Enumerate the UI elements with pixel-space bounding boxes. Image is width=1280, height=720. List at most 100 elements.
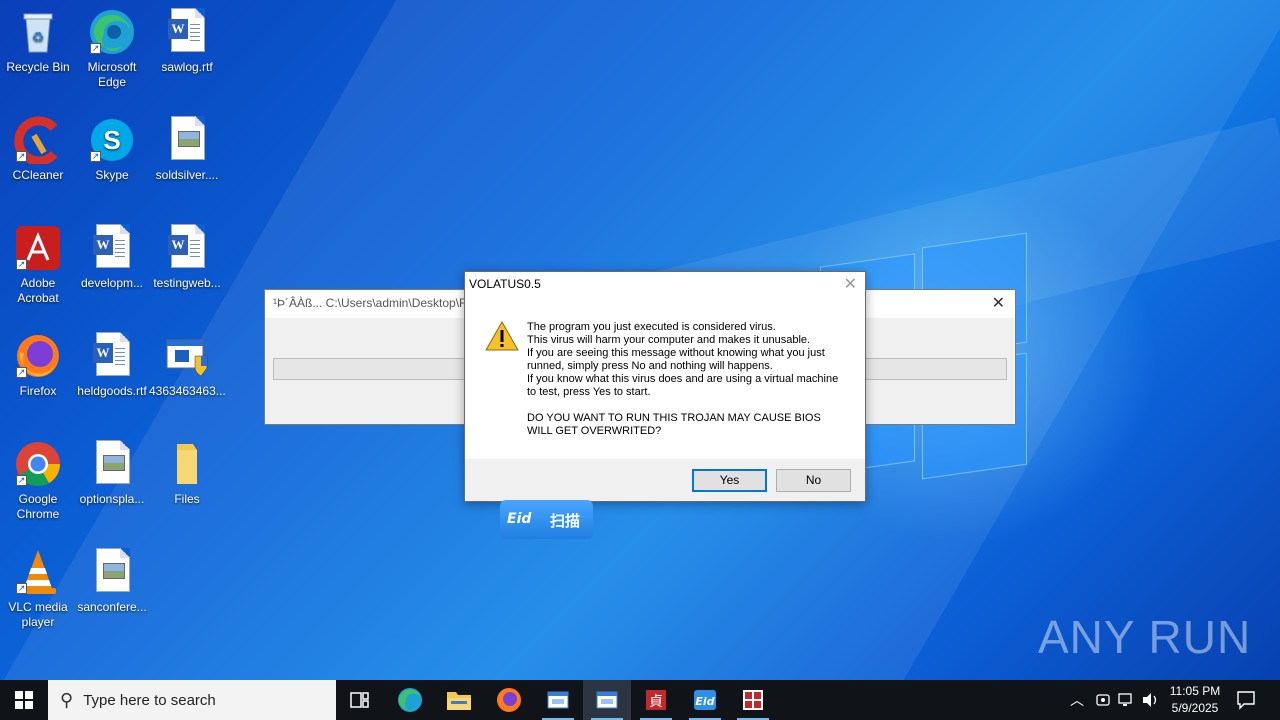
image-file-icon: [88, 440, 136, 488]
word-doc-icon: W: [163, 8, 211, 56]
shield-exe-icon: [163, 332, 211, 380]
volume-icon: [1143, 693, 1157, 707]
eid-scan-label: 扫描: [550, 512, 581, 530]
taskbar-clock[interactable]: 11:05 PM 5/9/2025: [1166, 683, 1224, 717]
red-app-icon: 貞: [646, 690, 666, 710]
svg-text:貞: 貞: [649, 694, 663, 710]
task-view-button[interactable]: [336, 680, 384, 720]
desktop-icon-ccleaner[interactable]: ↗ CCleaner: [0, 116, 76, 183]
network-icon: [1118, 693, 1132, 706]
desktop-icon-label: Adobe Acrobat: [17, 276, 59, 305]
close-icon[interactable]: ✕: [844, 274, 857, 294]
tray-network[interactable]: [1118, 680, 1136, 720]
chevron-up-icon: ︿: [1070, 693, 1084, 709]
shortcut-arrow-icon: ↗: [16, 475, 27, 486]
taskbar-app-window[interactable]: [534, 680, 582, 720]
desktop-icon-label: testingweb...: [153, 276, 221, 290]
windows-start-icon: [15, 691, 33, 709]
firefox-icon: ↗: [14, 332, 62, 380]
taskbar-search-box[interactable]: ⚲ Type here to search: [48, 680, 336, 720]
image-file-icon: [163, 116, 211, 164]
chrome-icon: ↗: [14, 440, 62, 488]
desktop-icon-label: heldgoods.rtf: [77, 384, 147, 398]
word-doc-icon: W: [88, 224, 136, 272]
clock-time: 11:05 PM: [1169, 684, 1221, 698]
desktop-icon-label: Firefox: [19, 384, 57, 398]
desktop-icon-label: sanconfere...: [77, 600, 147, 614]
tray-overflow-button[interactable]: ︿: [1070, 680, 1084, 720]
desktop-icon-label: sawlog.rtf: [161, 60, 213, 74]
taskbar-app-grid[interactable]: [729, 680, 777, 720]
desktop-icon-developm[interactable]: W developm...: [74, 224, 150, 291]
notification-center-button[interactable]: [1236, 690, 1256, 714]
desktop-icon-soldsilver[interactable]: soldsilver....: [149, 116, 225, 183]
desktop-icon-skype[interactable]: S ↗ Skype: [74, 116, 150, 183]
shortcut-arrow-icon: ↗: [90, 43, 101, 54]
dialog-button-bar: Yes No: [465, 459, 865, 501]
yes-button[interactable]: Yes: [692, 469, 767, 492]
folder-icon: [447, 692, 471, 710]
dialog-message: The program you just executed is conside…: [527, 321, 839, 437]
desktop-icon-edge[interactable]: ↗ Microsoft Edge: [74, 8, 150, 90]
desktop-icon-label: optionspla...: [79, 492, 145, 506]
warning-icon: [485, 320, 519, 352]
desktop-icon-label: Recycle Bin: [6, 60, 70, 74]
edge-icon: [398, 688, 422, 712]
image-file-icon: [88, 548, 136, 596]
firefox-icon: [497, 688, 521, 712]
window-app-icon: [596, 691, 618, 709]
word-doc-icon: W: [88, 332, 136, 380]
no-button[interactable]: No: [776, 469, 851, 492]
desktop-icon-label: Microsoft Edge: [87, 60, 137, 89]
tray-meet-now[interactable]: [1095, 680, 1111, 720]
notification-icon: [1237, 691, 1255, 710]
taskbar-file-explorer[interactable]: [435, 680, 483, 720]
shortcut-arrow-icon: ↗: [16, 259, 27, 270]
desktop-icon-acrobat[interactable]: ↗ Adobe Acrobat: [0, 224, 76, 306]
grid-app-icon: [743, 690, 763, 710]
skype-icon: S ↗: [88, 116, 136, 164]
start-button[interactable]: [0, 680, 48, 720]
dialog-titlebar[interactable]: VOLATUS0.5 ✕: [465, 272, 865, 296]
taskbar: ⚲ Type here to search 貞 Eid ︿ 11:05 PM 5…: [0, 680, 1280, 720]
background-window-title: ¹Þ´ÂÀß... C:\Users\admin\Desktop\F: [273, 296, 467, 310]
recycle-bin-icon: ♻: [14, 8, 62, 56]
virus-warning-dialog[interactable]: VOLATUS0.5 ✕ The program you just execut…: [464, 271, 866, 502]
ccleaner-icon: ↗: [14, 116, 62, 166]
desktop-icon-sawlog[interactable]: W sawlog.rtf: [149, 8, 225, 75]
taskbar-app-dialog[interactable]: [583, 680, 631, 720]
desktop-icon-recycle-bin[interactable]: ♻ Recycle Bin: [0, 8, 76, 75]
tray-volume[interactable]: [1142, 680, 1160, 720]
close-icon[interactable]: ✕: [992, 293, 1005, 313]
desktop-icon-firefox[interactable]: ↗ Firefox: [0, 332, 76, 399]
shortcut-arrow-icon: ↗: [16, 367, 27, 378]
dialog-title: VOLATUS0.5: [469, 277, 541, 291]
taskbar-app-red[interactable]: 貞: [632, 680, 680, 720]
desktop-icon-optionspla[interactable]: optionspla...: [74, 440, 150, 507]
desktop-icon-chrome[interactable]: ↗ Google Chrome: [0, 440, 76, 522]
eid-logo: Eid: [507, 511, 532, 527]
desktop-icon-heldgoods[interactable]: W heldgoods.rtf: [74, 332, 150, 399]
shortcut-arrow-icon: ↗: [16, 583, 27, 594]
desktop-icon-label: Google Chrome: [16, 492, 60, 521]
taskbar-edge[interactable]: [386, 680, 434, 720]
taskbar-eid-app[interactable]: Eid: [681, 680, 729, 720]
desktop-icon-testingweb[interactable]: W testingweb...: [149, 224, 225, 291]
folder-icon: [163, 440, 211, 488]
svg-text:S: S: [103, 125, 120, 155]
desktop-icon-files[interactable]: Files: [149, 440, 225, 507]
meet-now-icon: [1096, 694, 1110, 706]
shortcut-arrow-icon: ↗: [16, 151, 27, 162]
taskbar-firefox[interactable]: [485, 680, 533, 720]
desktop-icon-sanconfere[interactable]: sanconfere...: [74, 548, 150, 615]
desktop-icon-label: soldsilver....: [155, 168, 219, 182]
desktop-icon-4363463463[interactable]: 4363463463...: [149, 332, 226, 399]
edge-icon: ↗: [88, 8, 136, 56]
desktop-icon-vlc[interactable]: ↗ VLC media player: [0, 548, 76, 630]
eid-icon: Eid: [694, 690, 716, 710]
anyrun-watermark: ANY RUN: [1038, 611, 1252, 663]
svg-text:♻: ♻: [32, 29, 45, 45]
desktop-icon-label: Skype: [95, 168, 129, 182]
desktop-icon-label: 4363463463...: [149, 384, 226, 398]
eid-scan-widget[interactable]: Eid 扫描: [500, 500, 593, 539]
